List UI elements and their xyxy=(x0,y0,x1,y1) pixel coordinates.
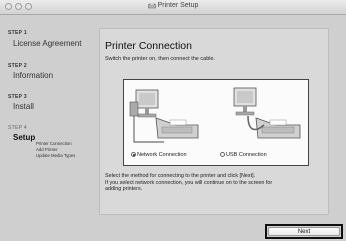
network-connection-option[interactable]: Network Connection xyxy=(131,152,187,158)
network-connection-illustration xyxy=(129,89,199,143)
title-bar: Printer Setup xyxy=(0,0,346,15)
page-title: Printer Connection xyxy=(105,40,192,52)
usb-connection-radio[interactable] xyxy=(220,152,225,158)
description-line: Select the method for connecting to the … xyxy=(105,173,256,179)
next-button[interactable]: Next xyxy=(268,227,340,236)
printer-app-icon xyxy=(147,2,156,8)
next-button-highlight: Next xyxy=(265,224,343,239)
step-3-name: Install xyxy=(13,102,34,111)
network-hub-icon xyxy=(129,101,139,117)
step-3-number: STEP 3 xyxy=(8,94,27,100)
connection-description: Select the method for connecting to the … xyxy=(105,173,325,193)
step-1-number: STEP 1 xyxy=(8,30,27,36)
instruction-text: Switch the printer on, then connect the … xyxy=(105,56,216,62)
content-panel: Printer Connection Switch the printer on… xyxy=(99,28,329,215)
usb-connection-illustration xyxy=(233,87,301,139)
usb-connection-option[interactable]: USB Connection xyxy=(220,152,267,158)
step-2-number: STEP 2 xyxy=(8,63,27,69)
setup-substeps: Printer Connection Add Printer Update Me… xyxy=(36,141,75,159)
description-line: adding printers. xyxy=(105,186,143,193)
window-title: Printer Setup xyxy=(157,2,199,9)
connection-illustration xyxy=(129,87,301,143)
steps-sidebar: STEP 1 License Agreement STEP 2 Informat… xyxy=(0,15,97,225)
substep-update-media-types: Update Media Types xyxy=(36,153,76,158)
step-2-name: Information xyxy=(13,71,54,80)
step-4-number: STEP 4 xyxy=(8,125,27,131)
step-1-name: License Agreement xyxy=(13,39,82,48)
network-connection-label: Network Connection xyxy=(137,152,187,158)
network-connection-radio[interactable] xyxy=(131,152,136,158)
connection-illustration-panel: Network Connection USB Connection xyxy=(123,79,309,166)
step-4-name: Setup xyxy=(13,133,36,142)
description-line: If you select network connection, you wi… xyxy=(105,179,273,186)
usb-connection-label: USB Connection xyxy=(226,152,267,158)
